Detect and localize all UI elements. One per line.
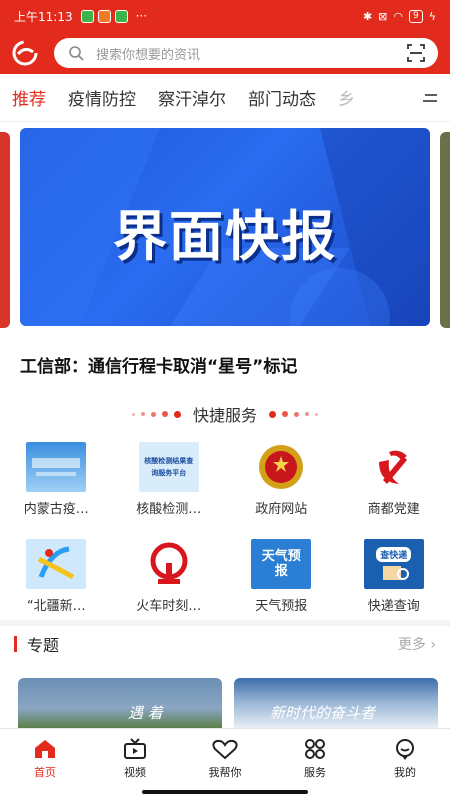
status-time: 上午11:13 (14, 9, 73, 24)
nav-label: 我的 (394, 766, 416, 779)
bluetooth-icon: ✱ (362, 9, 373, 23)
battery-icon: 9 (409, 9, 423, 23)
status-more: ··· (135, 9, 148, 23)
service-item-train-schedule[interactable]: 火车时刻… (113, 539, 226, 614)
service-label: 快递查询 (367, 599, 420, 614)
service-item-government-website[interactable]: 政府网站 (225, 442, 338, 517)
topic-card[interactable]: 遇 着 (18, 678, 222, 728)
party-emblem-icon (364, 442, 424, 492)
nav-label: 服务 (304, 766, 326, 779)
tab-epidemic[interactable]: 疫情防控 (68, 85, 136, 110)
wifi-icon: ◠ (393, 9, 403, 23)
charging-icon: ϟ (428, 9, 436, 23)
service-label: 天气预报 (255, 599, 308, 614)
topic-card[interactable]: 新时代的奋斗者 (234, 678, 438, 728)
service-item-shangdu-party[interactable]: 商都党建 (338, 442, 450, 517)
topics-section: 专题 更多 › 遇 着 新时代的奋斗者 (0, 620, 450, 728)
decor-dots-left (131, 410, 181, 418)
category-tabs: 推荐 疫情防控 察汗淖尔 部门动态 乡 (0, 74, 450, 122)
nav-home[interactable]: 首页 (0, 729, 90, 800)
express-icon-text: 查快递 (376, 546, 412, 562)
beijiang-logo-icon (26, 539, 87, 589)
banner-prev-slide[interactable] (0, 132, 10, 328)
notification-app-icon (97, 9, 111, 23)
tab-village[interactable]: 乡 (338, 85, 355, 110)
tv-icon (124, 738, 146, 759)
service-item-nucleic-test[interactable]: 核酸检测结果查询服务平台 核酸检测… (113, 442, 226, 517)
topics-more-link[interactable]: 更多 › (398, 634, 436, 654)
banner-section: 界面快报 工信部：通信行程卡取消“星号”标记 (0, 122, 450, 402)
profile-chat-icon (396, 739, 414, 760)
service-label: 火车时刻… (136, 599, 202, 614)
topics-header: 专题 更多 › (0, 620, 450, 662)
service-label: “北疆新… (26, 599, 86, 614)
service-label: 政府网站 (255, 502, 308, 517)
service-item-weather[interactable]: 天气预报 天气预报 (225, 539, 338, 614)
tab-menu-button[interactable] (410, 74, 450, 121)
weather-icon-text: 天气预报 (261, 549, 301, 579)
service-item-beijiang[interactable]: “北疆新… (0, 539, 113, 614)
service-label: 商都党建 (367, 502, 420, 517)
menu-icon (423, 94, 437, 102)
nav-mine[interactable]: 我的 (360, 729, 450, 800)
banner-next-slide[interactable] (440, 132, 450, 328)
railway-logo-icon (139, 539, 199, 589)
quick-services-header: 快捷服务 (0, 402, 450, 426)
service-label: 内蒙古疫… (23, 502, 89, 517)
decor-dots-right (269, 410, 318, 418)
status-right: ✱ ⊠ ◠ 9 ϟ (362, 9, 436, 23)
top-header: 搜索你想要的资讯 (0, 32, 450, 74)
service-label: 核酸检测… (136, 502, 202, 517)
status-bar: 上午11:13 ··· ✱ ⊠ ◠ 9 ϟ (0, 0, 450, 32)
app-logo-icon (12, 40, 38, 66)
weather-icon: 天气预报 (251, 539, 312, 589)
express-icon: 查快递 (363, 539, 424, 589)
nucleic-test-icon-text: 核酸检测结果查询服务平台 (144, 457, 194, 477)
topic-card-text: 遇 着 (128, 704, 163, 722)
tab-department[interactable]: 部门动态 (248, 85, 316, 110)
search-bar[interactable]: 搜索你想要的资讯 (54, 38, 438, 68)
nav-label: 首页 (34, 766, 56, 779)
scan-icon[interactable] (406, 43, 426, 63)
more-label: 更多 (397, 637, 426, 653)
notification-app-icon (80, 9, 94, 23)
topics-title: 专题 (27, 636, 60, 655)
chevron-right-icon: › (430, 637, 436, 653)
nav-label: 我帮你 (208, 766, 242, 779)
quick-services: 快捷服务 内蒙古疫… 核酸检测结果查询服务平台 核酸检测… 政府网站 商都党建 … (0, 398, 450, 620)
national-emblem-icon (251, 442, 311, 492)
section-accent-bar (14, 636, 17, 652)
quick-services-grid: 内蒙古疫… 核酸检测结果查询服务平台 核酸检测… 政府网站 商都党建 “北疆新…… (0, 442, 450, 614)
search-icon (69, 46, 84, 61)
sim-icon: ⊠ (378, 9, 388, 23)
banner-title: 界面快报 (113, 205, 337, 268)
nav-label: 视频 (124, 766, 146, 779)
tab-recommend[interactable]: 推荐 (12, 85, 46, 110)
banner-image[interactable]: 界面快报 (20, 128, 430, 326)
topic-cards: 遇 着 新时代的奋斗者 (18, 678, 438, 728)
app-screen: 上午11:13 ··· ✱ ⊠ ◠ 9 ϟ 搜索你想要的资讯 推荐 疫情防控 察… (0, 0, 450, 800)
service-item-inner-mongolia-covid[interactable]: 内蒙古疫… (0, 442, 113, 517)
grid-icon (305, 739, 325, 759)
search-input[interactable]: 搜索你想要的资讯 (96, 44, 406, 63)
tab-chagannur[interactable]: 察汗淖尔 (158, 85, 226, 110)
home-indicator (142, 790, 308, 794)
download-icon (114, 9, 128, 23)
service-item-express-query[interactable]: 查快递 快递查询 (338, 539, 450, 614)
nucleic-test-icon: 核酸检测结果查询服务平台 (138, 442, 199, 492)
banner-headline[interactable]: 工信部：通信行程卡取消“星号”标记 (20, 352, 297, 377)
handshake-heart-icon (212, 739, 238, 760)
topic-card-text: 新时代的奋斗者 (270, 704, 376, 722)
covid-info-icon (26, 442, 87, 492)
home-icon (35, 740, 55, 758)
quick-services-title: 快捷服务 (192, 406, 257, 425)
